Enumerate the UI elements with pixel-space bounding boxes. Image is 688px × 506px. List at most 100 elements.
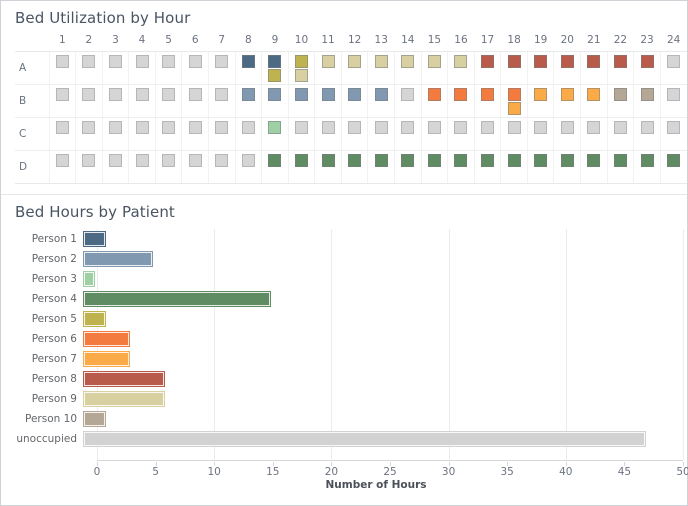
utilization-mark[interactable]	[587, 153, 601, 167]
utilization-cell[interactable]	[580, 150, 608, 184]
utilization-mark[interactable]	[640, 120, 654, 134]
utilization-cell[interactable]	[287, 150, 315, 184]
utilization-mark[interactable]	[427, 153, 441, 167]
utilization-cell[interactable]	[553, 150, 581, 184]
utilization-mark[interactable]	[188, 120, 202, 134]
utilization-cell[interactable]	[659, 51, 687, 85]
utilization-cell[interactable]	[367, 84, 395, 118]
utilization-mark[interactable]	[481, 153, 495, 167]
utilization-mark[interactable]	[294, 54, 308, 68]
utilization-mark[interactable]	[401, 87, 415, 101]
utilization-cell[interactable]	[526, 150, 554, 184]
utilization-cell[interactable]	[261, 51, 289, 85]
utilization-mark[interactable]	[507, 87, 521, 101]
utilization-mark[interactable]	[401, 153, 415, 167]
utilization-mark[interactable]	[108, 153, 122, 167]
utilization-cell[interactable]	[580, 84, 608, 118]
utilization-mark[interactable]	[294, 87, 308, 101]
utilization-mark[interactable]	[135, 54, 149, 68]
utilization-cell[interactable]	[447, 84, 475, 118]
utilization-cell[interactable]	[48, 84, 76, 118]
utilization-mark[interactable]	[215, 153, 229, 167]
utilization-mark[interactable]	[374, 120, 388, 134]
utilization-cell[interactable]	[207, 51, 236, 85]
utilization-cell[interactable]	[154, 117, 182, 151]
utilization-cell[interactable]	[154, 84, 182, 118]
utilization-mark[interactable]	[215, 87, 229, 101]
utilization-cell[interactable]	[633, 117, 661, 151]
utilization-mark[interactable]	[454, 153, 468, 167]
utilization-cell[interactable]	[367, 150, 395, 184]
utilization-cell[interactable]	[101, 150, 129, 184]
utilization-mark[interactable]	[188, 153, 202, 167]
utilization-cell[interactable]	[75, 84, 103, 118]
utilization-cell[interactable]	[394, 150, 422, 184]
utilization-mark[interactable]	[321, 120, 335, 134]
utilization-mark[interactable]	[241, 87, 255, 101]
utilization-mark[interactable]	[348, 120, 362, 134]
utilization-cell[interactable]	[526, 51, 554, 85]
utilization-cell[interactable]	[394, 117, 422, 151]
utilization-cell[interactable]	[181, 84, 209, 118]
utilization-mark[interactable]	[534, 120, 548, 134]
utilization-mark[interactable]	[667, 87, 681, 101]
utilization-cell[interactable]	[606, 117, 634, 151]
utilization-cell[interactable]	[128, 150, 156, 184]
utilization-cell[interactable]	[261, 84, 289, 118]
utilization-mark[interactable]	[374, 54, 388, 68]
utilization-mark[interactable]	[108, 87, 122, 101]
utilization-mark[interactable]	[55, 87, 69, 101]
utilization-mark[interactable]	[268, 120, 282, 134]
utilization-mark[interactable]	[294, 120, 308, 134]
utilization-cell[interactable]	[553, 51, 581, 85]
utilization-mark[interactable]	[55, 153, 69, 167]
utilization-cell[interactable]	[128, 117, 156, 151]
utilization-mark[interactable]	[667, 120, 681, 134]
utilization-mark[interactable]	[135, 153, 149, 167]
utilization-mark[interactable]	[507, 120, 521, 134]
utilization-cell[interactable]	[394, 51, 422, 85]
utilization-mark[interactable]	[268, 153, 282, 167]
utilization-mark[interactable]	[188, 87, 202, 101]
utilization-cell[interactable]	[367, 117, 395, 151]
utilization-cell[interactable]	[606, 51, 634, 85]
utilization-mark[interactable]	[560, 153, 574, 167]
utilization-mark[interactable]	[507, 153, 521, 167]
utilization-mark[interactable]	[108, 120, 122, 134]
utilization-cell[interactable]	[101, 117, 129, 151]
utilization-cell[interactable]	[420, 117, 448, 151]
utilization-mark[interactable]	[268, 87, 282, 101]
utilization-mark[interactable]	[587, 120, 601, 134]
utilization-cell[interactable]	[314, 150, 342, 184]
utilization-cell[interactable]	[48, 51, 76, 85]
utilization-mark[interactable]	[613, 54, 627, 68]
utilization-mark[interactable]	[162, 87, 176, 101]
utilization-cell[interactable]	[447, 117, 475, 151]
utilization-mark[interactable]	[560, 54, 574, 68]
utilization-cell[interactable]	[234, 150, 262, 184]
utilization-mark[interactable]	[268, 54, 282, 68]
utilization-mark[interactable]	[374, 87, 388, 101]
utilization-cell[interactable]	[75, 51, 103, 85]
utilization-cell[interactable]	[234, 51, 262, 85]
utilization-cell[interactable]	[633, 150, 661, 184]
utilization-cell[interactable]	[367, 51, 395, 85]
utilization-mark[interactable]	[55, 120, 69, 134]
utilization-cell[interactable]	[181, 51, 209, 85]
utilization-mark[interactable]	[348, 54, 362, 68]
utilization-mark[interactable]	[294, 68, 308, 82]
bar[interactable]	[83, 331, 130, 347]
utilization-cell[interactable]	[553, 117, 581, 151]
utilization-cell[interactable]	[447, 150, 475, 184]
utilization-mark[interactable]	[321, 54, 335, 68]
utilization-cell[interactable]	[48, 117, 76, 151]
utilization-mark[interactable]	[560, 87, 574, 101]
utilization-cell[interactable]	[287, 117, 315, 151]
utilization-cell[interactable]	[314, 84, 342, 118]
utilization-cell[interactable]	[207, 117, 236, 151]
utilization-cell[interactable]	[659, 84, 687, 118]
utilization-mark[interactable]	[55, 54, 69, 68]
utilization-cell[interactable]	[606, 84, 634, 118]
utilization-mark[interactable]	[82, 153, 96, 167]
utilization-cell[interactable]	[181, 150, 209, 184]
